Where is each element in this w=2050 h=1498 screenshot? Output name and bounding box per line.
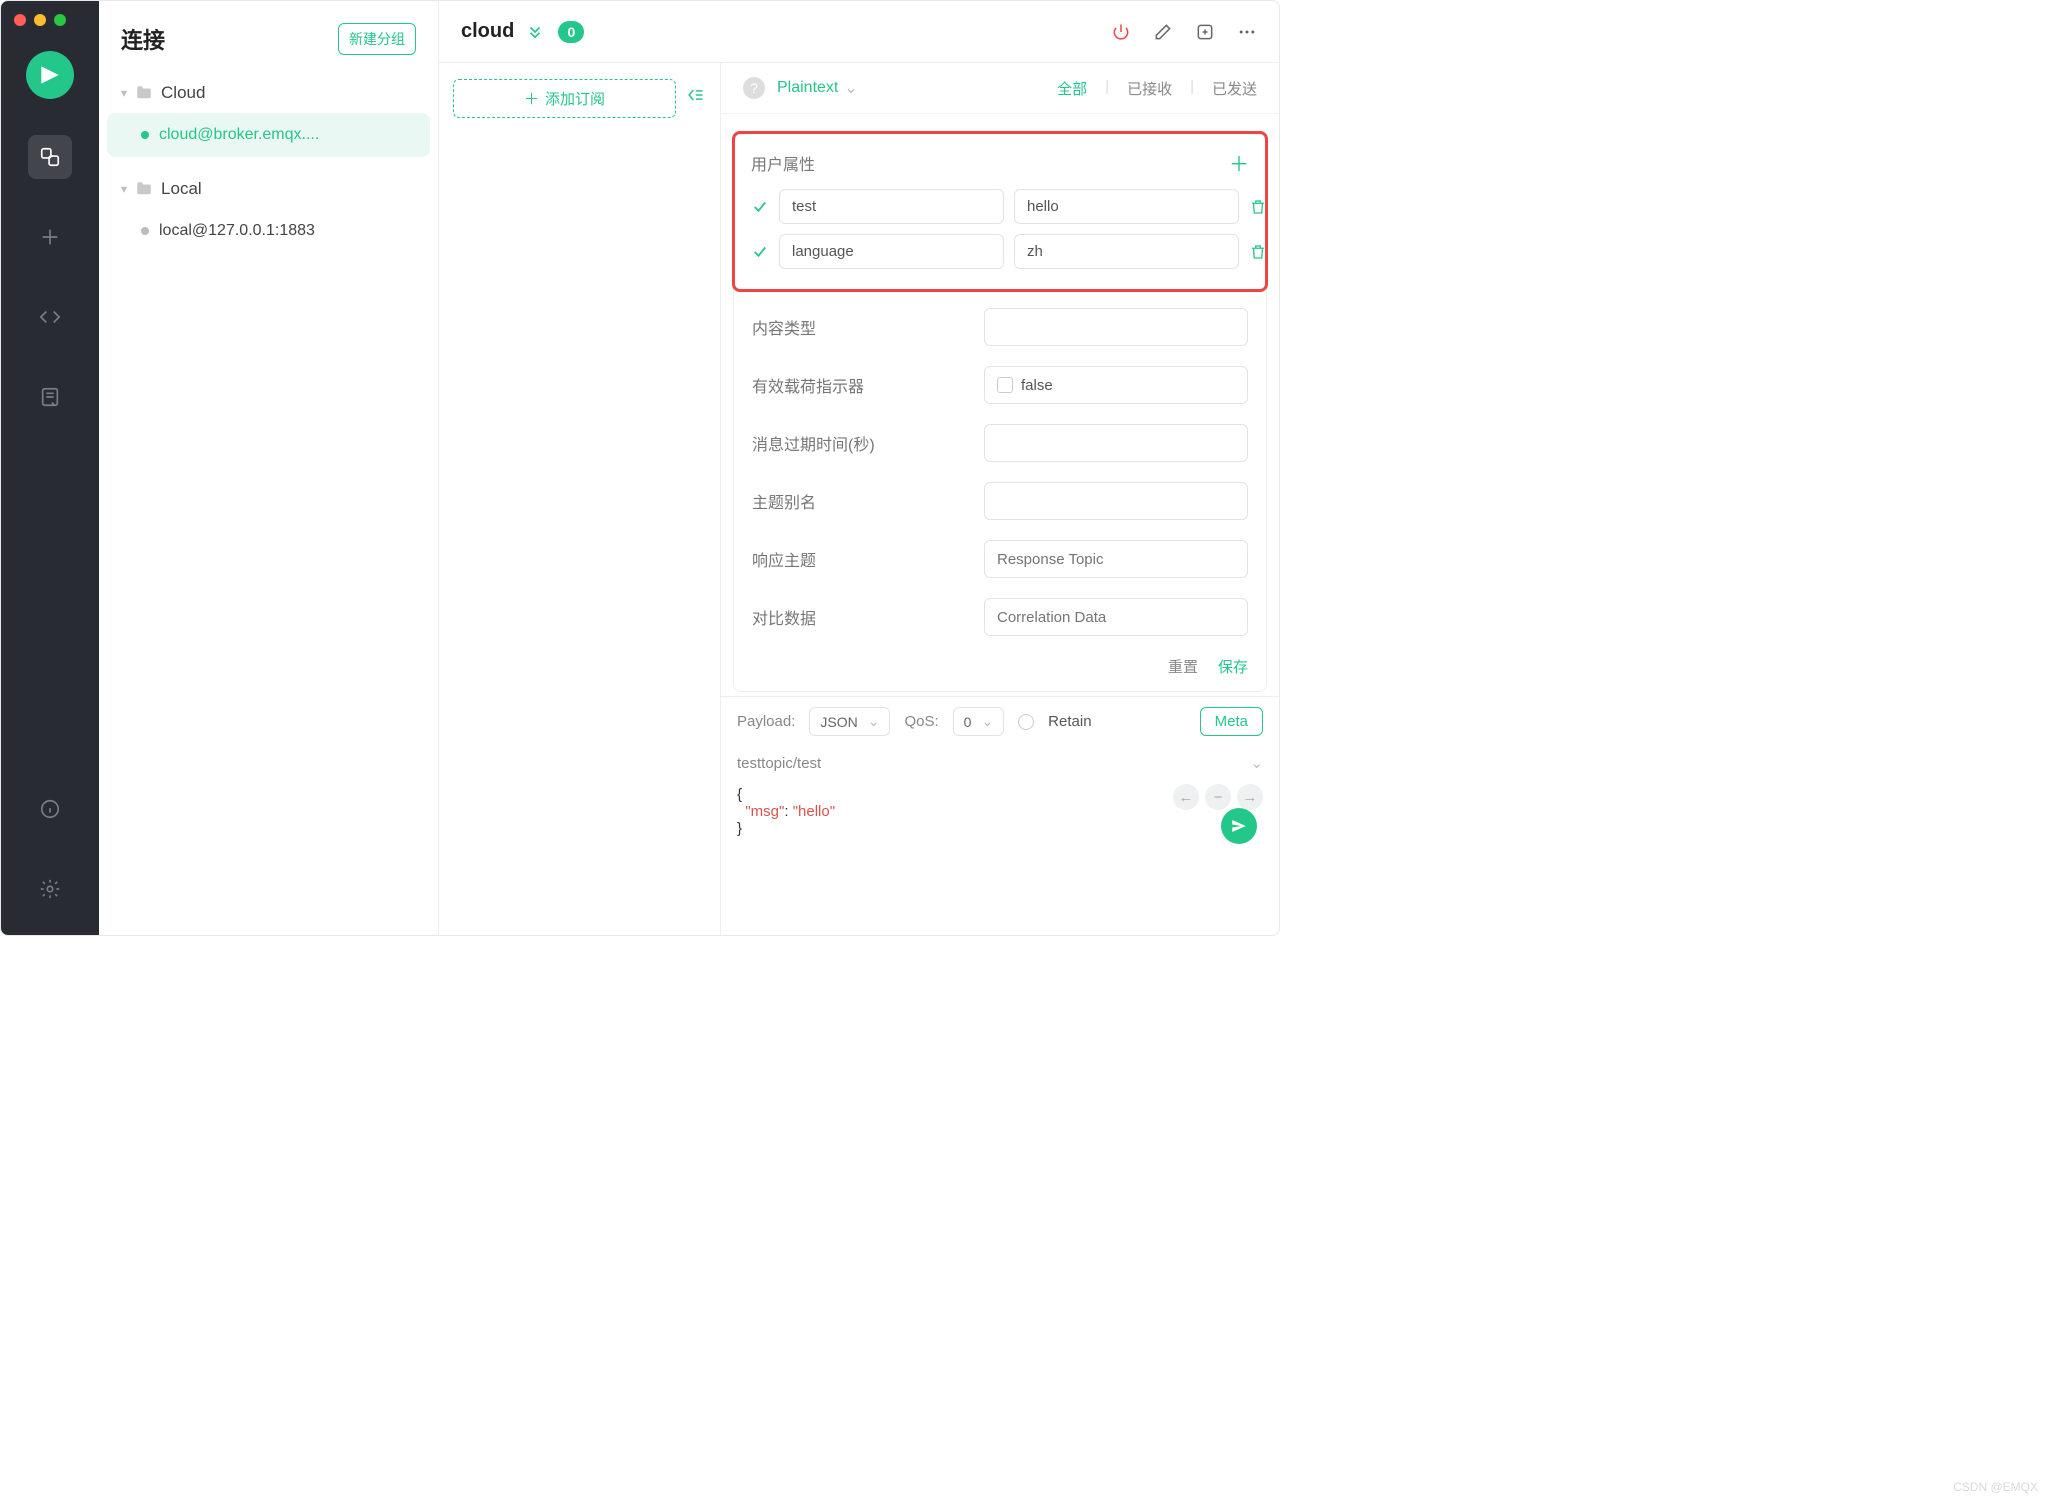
expiry-label: 消息过期时间(秒) — [752, 431, 972, 455]
window-close[interactable] — [14, 14, 26, 26]
add-user-property-icon[interactable]: ＋ — [1229, 148, 1249, 177]
tree-item-cloud-conn[interactable]: cloud@broker.emqx.... — [107, 113, 430, 157]
user-property-row — [751, 234, 1249, 269]
qos-select[interactable]: 0⌄ — [953, 707, 1005, 736]
main-area: cloud 0 ＋ 添加订阅 ? — [439, 1, 1279, 935]
payload-editor[interactable]: ← − → { "msg": "hello" } — [721, 784, 1279, 854]
editor-next-icon[interactable]: → — [1237, 784, 1263, 810]
nav-add-icon[interactable] — [28, 215, 72, 259]
content-type-label: 内容类型 — [752, 315, 972, 339]
status-dot-online — [141, 131, 149, 139]
user-property-value-input[interactable] — [1014, 189, 1239, 224]
chevron-down-icon[interactable]: ⌄ — [1250, 754, 1263, 772]
window-minimize[interactable] — [34, 14, 46, 26]
response-topic-label: 响应主题 — [752, 547, 972, 571]
tree-item-local-conn[interactable]: local@127.0.0.1:1883 — [107, 209, 430, 253]
tab-received[interactable]: 已接收 — [1127, 78, 1172, 99]
chevron-down-icon: ▾ — [121, 86, 127, 100]
meta-card: 用户属性 ＋ — [733, 132, 1267, 692]
editor-minus-icon[interactable]: − — [1205, 784, 1231, 810]
format-selector[interactable]: Plaintext ⌄ — [777, 78, 858, 98]
content-type-input[interactable] — [984, 308, 1248, 346]
payload-indicator-label: 有效载荷指示器 — [752, 373, 972, 397]
chevron-down-icon: ⌄ — [868, 713, 880, 730]
new-window-icon[interactable] — [1195, 22, 1215, 42]
check-icon — [751, 243, 769, 261]
folder-icon — [135, 180, 153, 198]
edit-icon[interactable] — [1153, 22, 1173, 42]
new-group-button[interactable]: 新建分组 — [338, 23, 416, 55]
more-icon[interactable] — [1237, 22, 1257, 42]
chevron-down-icon: ⌄ — [844, 78, 857, 98]
chevron-down-icon: ▾ — [121, 182, 127, 196]
response-topic-input[interactable] — [984, 540, 1248, 578]
send-button[interactable] — [1221, 808, 1257, 844]
tab-all[interactable]: 全部 — [1057, 78, 1087, 99]
watermark: CSDN @EMQX — [1953, 1480, 2038, 1494]
payload-label: Payload: — [737, 713, 795, 730]
correlation-input[interactable] — [984, 598, 1248, 636]
tree-group-label: Cloud — [161, 83, 205, 103]
topic-alias-input[interactable] — [984, 482, 1248, 520]
message-filter-bar: ? Plaintext ⌄ 全部 | 已接收 | 已发送 — [721, 63, 1279, 114]
correlation-label: 对比数据 — [752, 605, 972, 629]
publish-bar: Payload: JSON⌄ QoS: 0⌄ Retain Meta testt… — [721, 696, 1279, 784]
tree-group-cloud[interactable]: ▾ Cloud — [107, 73, 430, 113]
tree-group-local[interactable]: ▾ Local — [107, 169, 430, 209]
message-count-badge: 0 — [558, 21, 584, 43]
payload-indicator-input[interactable]: false — [984, 366, 1248, 404]
user-properties-label: 用户属性 — [751, 151, 815, 175]
retain-radio[interactable] — [1018, 714, 1034, 730]
user-property-value-input[interactable] — [1014, 234, 1239, 269]
connections-title: 连接 — [121, 23, 165, 55]
nav-connections-icon[interactable] — [28, 135, 72, 179]
chevron-down-icon: ⌄ — [981, 713, 993, 730]
help-icon[interactable]: ? — [743, 77, 765, 99]
qos-label: QoS: — [904, 713, 938, 730]
user-property-key-input[interactable] — [779, 234, 1004, 269]
topic-alias-label: 主题别名 — [752, 489, 972, 513]
tree-item-label: local@127.0.0.1:1883 — [159, 222, 315, 240]
delete-row-icon[interactable] — [1249, 243, 1267, 261]
disconnect-icon[interactable] — [1111, 22, 1131, 42]
nav-info-icon[interactable] — [28, 787, 72, 831]
payload-format-select[interactable]: JSON⌄ — [809, 707, 890, 736]
check-icon — [751, 198, 769, 216]
nav-log-icon[interactable] — [28, 375, 72, 419]
checkbox-icon[interactable] — [997, 377, 1013, 393]
folder-icon — [135, 84, 153, 102]
retain-label: Retain — [1048, 713, 1091, 730]
add-subscription-button[interactable]: ＋ 添加订阅 — [453, 79, 676, 118]
nav-settings-icon[interactable] — [28, 867, 72, 911]
plus-icon: ＋ — [524, 88, 539, 109]
connection-header: cloud 0 — [439, 1, 1279, 63]
editor-prev-icon[interactable]: ← — [1173, 784, 1199, 810]
delete-row-icon[interactable] — [1249, 198, 1267, 216]
user-properties-section: 用户属性 ＋ — [732, 131, 1268, 292]
connection-name: cloud — [461, 20, 514, 43]
add-subscription-label: 添加订阅 — [545, 88, 605, 109]
tree-group-label: Local — [161, 179, 202, 199]
user-property-key-input[interactable] — [779, 189, 1004, 224]
expand-connection-icon[interactable] — [526, 23, 544, 41]
tab-sent[interactable]: 已发送 — [1212, 78, 1257, 99]
app-rail — [1, 1, 99, 935]
window-maximize[interactable] — [54, 14, 66, 26]
save-button[interactable]: 保存 — [1218, 656, 1248, 677]
app-logo — [26, 51, 74, 99]
subscriptions-column: ＋ 添加订阅 — [439, 63, 721, 935]
meta-button[interactable]: Meta — [1200, 707, 1263, 736]
collapse-subs-icon[interactable] — [684, 85, 706, 105]
status-dot-offline — [141, 227, 149, 235]
tree-item-label: cloud@broker.emqx.... — [159, 126, 319, 144]
user-property-row — [751, 189, 1249, 224]
connections-panel: 连接 新建分组 ▾ Cloud cloud@broker.emqx.... ▾ … — [99, 1, 439, 935]
nav-code-icon[interactable] — [28, 295, 72, 339]
format-label: Plaintext — [777, 79, 838, 97]
expiry-input[interactable] — [984, 424, 1248, 462]
reset-button[interactable]: 重置 — [1168, 656, 1198, 677]
topic-input[interactable]: testtopic/test — [737, 755, 821, 772]
